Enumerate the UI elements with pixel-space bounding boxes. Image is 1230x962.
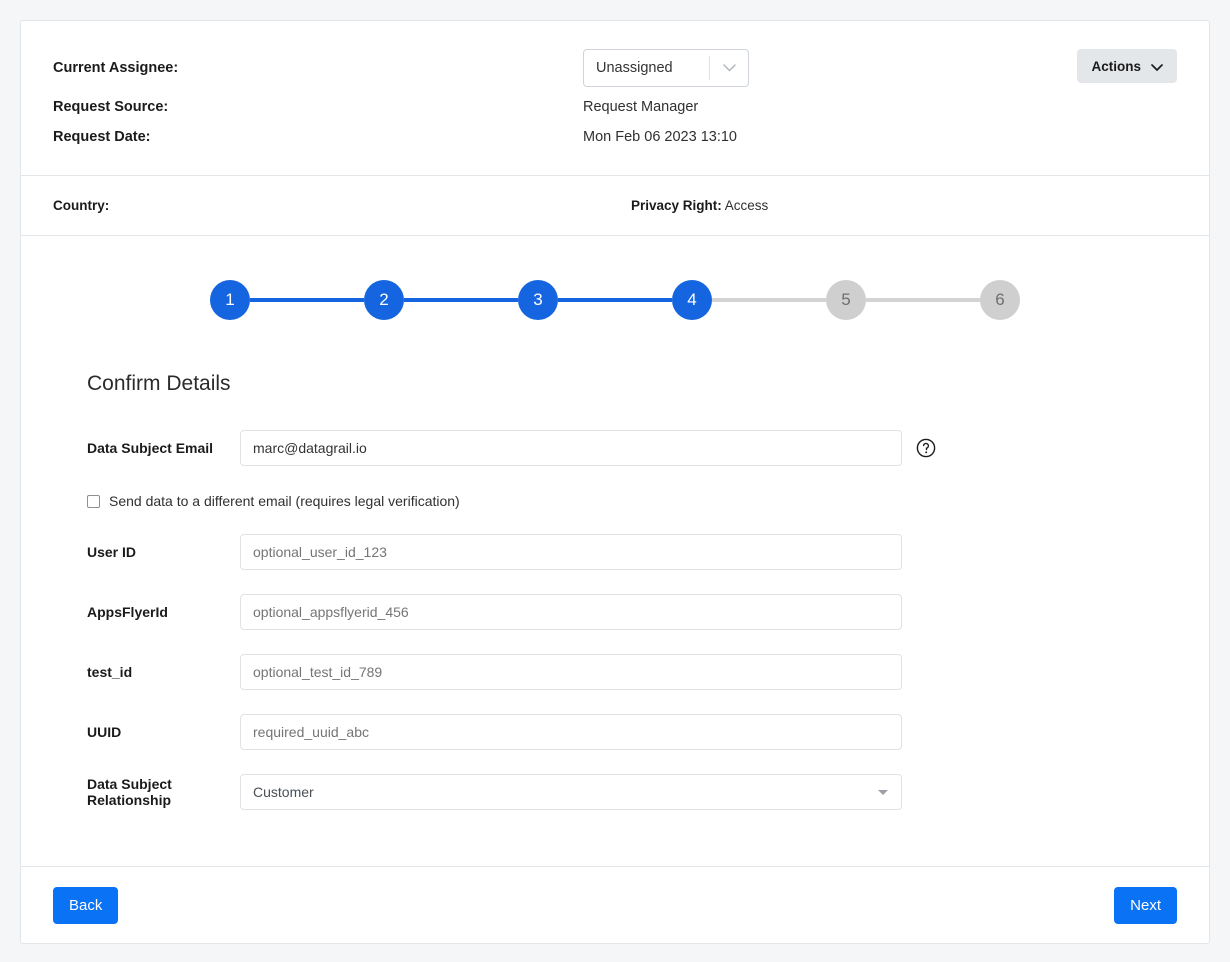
back-button[interactable]: Back: [53, 886, 119, 924]
request-source-row: Request Source: Request Manager: [53, 97, 1177, 115]
user-id-label: User ID: [87, 544, 137, 560]
request-header: Current Assignee: Unassigned Request Sou…: [21, 21, 1209, 176]
caret-down-icon: [878, 790, 888, 795]
page-title: Confirm Details: [87, 372, 231, 395]
help-icon[interactable]: [916, 438, 936, 458]
different-email-checkbox-row[interactable]: Send data to a different email (requires…: [87, 490, 1209, 512]
data-subject-email-label: Data Subject Email: [87, 440, 214, 456]
different-email-checkbox[interactable]: [87, 494, 100, 508]
data-subject-email-row: Data Subject Email: [21, 430, 1209, 466]
user-id-input[interactable]: [240, 534, 902, 570]
step-2[interactable]: 2: [364, 280, 404, 320]
uuid-input[interactable]: [240, 714, 902, 750]
assignee-select[interactable]: Unassigned: [583, 49, 749, 87]
request-attributes-band: Country: Privacy Right: Access: [21, 176, 1209, 236]
step-connector-2-3: [404, 298, 518, 302]
assignee-select-value: Unassigned: [596, 60, 673, 76]
user-id-row: User ID: [21, 534, 1209, 570]
request-source-label: Request Source:: [53, 99, 169, 115]
request-date-value: Mon Feb 06 2023 13:10: [583, 129, 737, 145]
step-connector-3-4: [558, 298, 672, 302]
current-assignee-row: Current Assignee: Unassigned: [53, 49, 1177, 87]
request-date-label: Request Date:: [53, 129, 151, 145]
test-id-label: test_id: [87, 664, 133, 680]
chevron-down-icon: [710, 64, 748, 72]
appsflyerid-row: AppsFlyerId: [21, 594, 1209, 630]
step-connector-4-5: [712, 298, 826, 302]
chevron-down-icon: [1151, 59, 1163, 74]
different-email-checkbox-label: Send data to a different email (requires…: [109, 493, 460, 509]
country-label: Country:: [53, 198, 110, 213]
step-connector-1-2: [250, 298, 364, 302]
next-button[interactable]: Next: [1114, 886, 1177, 924]
privacy-right-field: Privacy Right: Access: [631, 198, 768, 213]
privacy-right-label: Privacy Right:: [631, 198, 722, 213]
data-subject-relationship-row: Data Subject Relationship Customer: [21, 774, 1209, 810]
wizard-footer: Back Next: [21, 866, 1209, 943]
appsflyerid-input[interactable]: [240, 594, 902, 630]
uuid-label: UUID: [87, 724, 122, 740]
progress-stepper: 1 2 3 4 5 6: [210, 280, 1020, 320]
confirm-details-form: Data Subject Email Send data to a differ…: [21, 430, 1209, 810]
actions-button[interactable]: Actions: [1077, 49, 1177, 83]
data-subject-relationship-select[interactable]: Customer: [240, 774, 902, 810]
request-date-row: Request Date: Mon Feb 06 2023 13:10: [53, 127, 1177, 145]
step-1[interactable]: 1: [210, 280, 250, 320]
step-5[interactable]: 5: [826, 280, 866, 320]
data-subject-email-input[interactable]: [240, 430, 902, 466]
test-id-row: test_id: [21, 654, 1209, 690]
actions-button-label: Actions: [1091, 58, 1141, 74]
step-4[interactable]: 4: [672, 280, 712, 320]
appsflyerid-label: AppsFlyerId: [87, 604, 168, 620]
uuid-row: UUID: [21, 714, 1209, 750]
data-subject-relationship-label: Data Subject Relationship: [87, 776, 172, 808]
test-id-input[interactable]: [240, 654, 902, 690]
step-6[interactable]: 6: [980, 280, 1020, 320]
request-detail-card: Current Assignee: Unassigned Request Sou…: [20, 20, 1210, 944]
step-connector-5-6: [866, 298, 980, 302]
privacy-right-value: Access: [724, 198, 769, 213]
country-field: Country:: [53, 198, 631, 213]
current-assignee-label: Current Assignee:: [53, 60, 179, 76]
data-subject-relationship-value: Customer: [253, 784, 314, 800]
step-3[interactable]: 3: [518, 280, 558, 320]
request-source-value: Request Manager: [583, 99, 699, 115]
